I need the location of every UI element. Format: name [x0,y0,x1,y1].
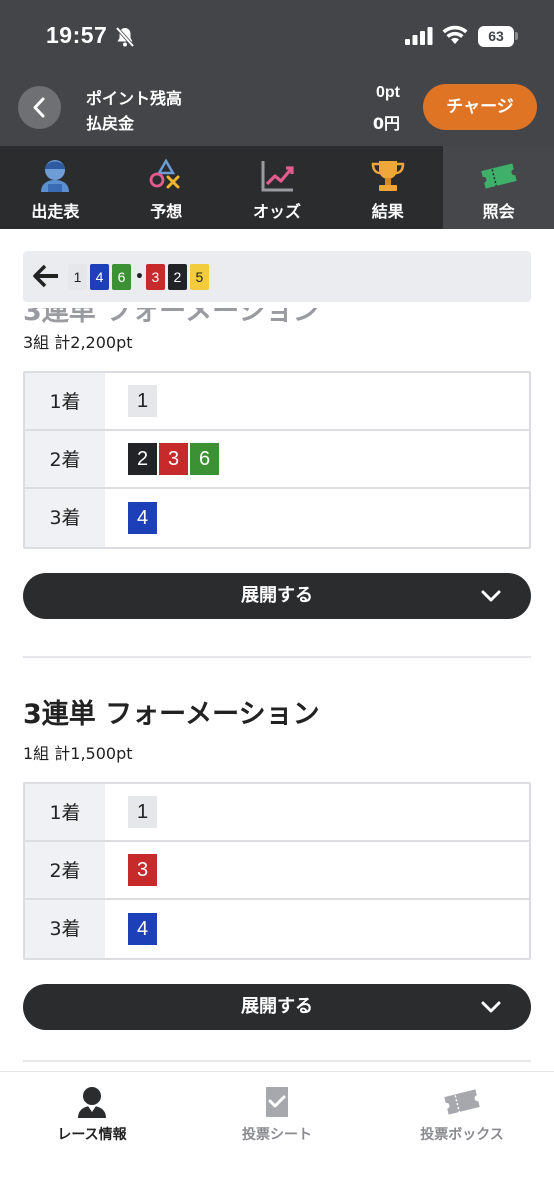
chevron-left-icon [33,97,45,118]
battery-icon: 63 [478,26,514,47]
bet-section-summary: 3組 計2,200pt [23,333,133,352]
charge-button[interactable]: チャージ [423,84,537,130]
nav-label: 投票シート [242,1127,312,1143]
rank-label: 1着 [25,373,105,429]
tab-label: 照会 [482,202,515,221]
refund-label: 払戻金 [86,114,135,133]
tab-label: 予想 [150,202,183,221]
section-tabs: 出走表 予想 オッズ 結果 照会 [0,146,554,229]
bet-section: 3連単 フォーメーション 1組 計1,500pt 1着 1 2着 3 3着 4 [23,692,531,1030]
nav-vote-box[interactable]: 投票ボックス [370,1072,554,1162]
boat-number: 6 [190,443,219,475]
tab-entries[interactable]: 出走表 [0,146,111,229]
rank-label: 1着 [25,784,105,840]
combination-chips: 1 4 6 • 3 2 5 [68,264,212,290]
point-balance-value: 0pt [376,84,400,101]
line-chart-icon [257,158,297,198]
battery-level: 63 [488,28,504,44]
expand-button[interactable]: 展開する [23,573,531,619]
bet-section-title: 3連単 フォーメーション [23,699,320,730]
table-row: 1着 1 [25,373,529,431]
tab-prediction[interactable]: 予想 [111,146,222,229]
bet-section-summary: 1組 計1,500pt [23,744,133,763]
nav-race-info[interactable]: レース情報 [0,1072,184,1162]
arrow-left-icon[interactable] [33,264,59,292]
table-row: 3着 4 [25,900,529,958]
boat-cells: 4 [105,900,529,958]
battery-tip [515,32,518,40]
boat-chip: 3 [145,264,165,290]
formation-table: 1着 1 2着 3 3着 4 [23,782,531,960]
racer-icon [72,1084,112,1124]
boat-cells: 1 [105,784,529,840]
bet-section: 3連単 フォーメーション 3組 計2,200pt 1着 1 2着 2 3 6 3… [23,289,531,619]
check-sheet-icon [257,1084,297,1124]
boat-chip: 1 [68,264,87,290]
boat-number: 1 [128,796,157,828]
trophy-icon [368,158,408,198]
boat-number: 4 [128,913,157,945]
boat-cells: 4 [105,489,529,547]
table-row: 3着 4 [25,489,529,547]
table-row: 1着 1 [25,784,529,842]
wifi-icon [442,24,468,50]
nav-label: レース情報 [57,1127,127,1143]
ticket-box-icon [442,1084,482,1124]
boat-cells: 3 [105,842,529,898]
table-row: 2着 3 [25,842,529,900]
race-pager: 1 4 6 • 3 2 5 [23,251,531,302]
rank-label: 3着 [25,900,105,958]
bell-muted-icon [114,26,136,52]
ticket-icon [479,158,519,198]
boat-number: 3 [159,443,188,475]
boat-cells: 1 [105,373,529,429]
tab-label: 結果 [371,202,404,221]
boat-chip: 6 [112,264,131,290]
boat-chip: 2 [167,264,187,290]
section-divider [23,656,531,658]
rank-label: 3着 [25,489,105,547]
tab-inquiry[interactable]: 照会 [443,146,554,229]
tab-results[interactable]: 結果 [332,146,443,229]
point-balance-label: ポイント残高 [86,89,183,108]
tab-odds[interactable]: オッズ [222,146,333,229]
boat-number: 3 [128,854,157,886]
chevron-down-icon [481,1001,501,1013]
app-header: 19:57 63 ポイント残高 払戻金 0pt 0円 チャージ [0,0,554,146]
boat-number: 1 [128,385,157,417]
boat-cells: 2 3 6 [105,431,529,487]
formation-table: 1着 1 2着 2 3 6 3着 4 [23,371,531,549]
racer-icon [35,158,75,198]
symbols-icon [146,158,186,198]
expand-label: 展開する [241,585,313,606]
section-divider [23,1060,531,1062]
chevron-down-icon [481,590,501,602]
table-row: 2着 2 3 6 [25,431,529,489]
status-time: 19:57 [46,22,108,48]
bottom-nav: レース情報 投票シート 投票ボックス [0,1071,554,1199]
status-bar: 19:57 63 [0,0,554,72]
expand-label: 展開する [241,996,313,1017]
chip-separator: • [135,269,144,285]
boat-number: 4 [128,502,157,534]
nav-vote-sheet[interactable]: 投票シート [185,1072,369,1162]
expand-button[interactable]: 展開する [23,984,531,1030]
nav-label: 投票ボックス [420,1127,504,1143]
rank-label: 2着 [25,842,105,898]
boat-chip: 5 [189,264,209,290]
bet-list[interactable]: 1 4 6 • 3 2 5 3連単 フォーメーション 3組 計2,200pt 1… [0,229,554,1071]
tab-label: 出走表 [31,202,80,221]
boat-chip: 4 [90,264,109,290]
boat-number: 2 [128,443,157,475]
rank-label: 2着 [25,431,105,487]
cellular-signal-icon [405,27,433,49]
back-button[interactable] [18,86,61,129]
refund-value: 0円 [372,114,400,133]
tab-label: オッズ [252,202,301,221]
